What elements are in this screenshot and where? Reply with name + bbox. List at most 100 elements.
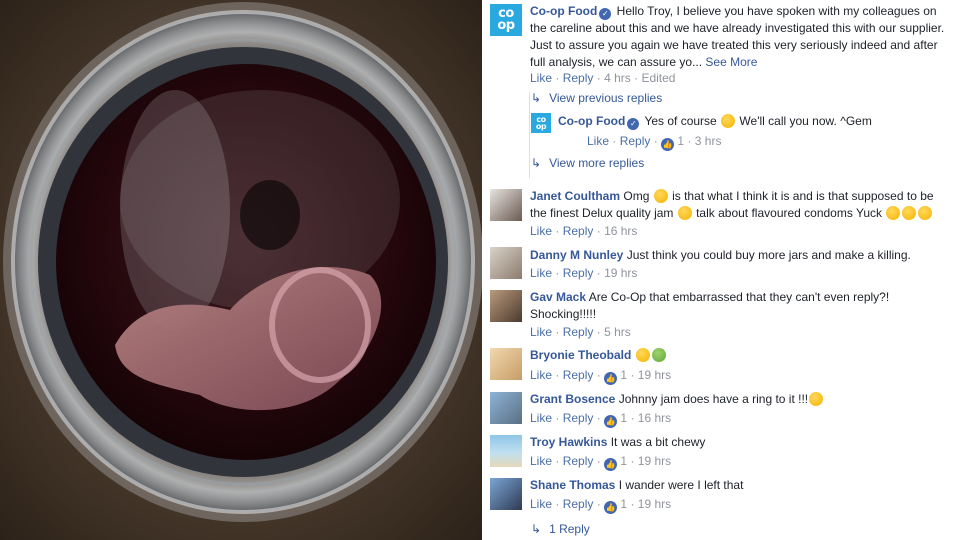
timestamp[interactable]: 19 hrs	[638, 454, 671, 468]
comment-text: Hello Troy, I believe you have spoken wi…	[616, 4, 937, 18]
reply-link[interactable]: Reply	[563, 368, 594, 382]
timestamp[interactable]: 19 hrs	[638, 368, 671, 382]
reply-link[interactable]: Reply	[620, 134, 651, 148]
comment-author[interactable]: Shane Thomas	[530, 478, 615, 492]
like-link[interactable]: Like	[530, 224, 552, 238]
grimace-emoji-icon	[902, 206, 917, 220]
like-count[interactable]: 1	[620, 497, 627, 511]
comment-text: is that what I think it is and is that s…	[672, 189, 934, 203]
edited-label[interactable]: Edited	[641, 71, 675, 85]
thumbs-up-icon[interactable]: 👍	[604, 372, 618, 385]
comment-actions: Like · Reply · 👍 1 · 3 hrs	[587, 134, 722, 151]
coop-reply-comment: Co-op Food ✓ Yes of course We'll call you…	[558, 113, 948, 130]
timestamp[interactable]: 19 hrs	[604, 266, 637, 280]
like-count[interactable]: 1	[620, 368, 627, 382]
janet-avatar[interactable]	[490, 189, 522, 221]
comment-author[interactable]: Co-op Food	[558, 114, 625, 128]
comment-author[interactable]: Gav Mack	[530, 290, 586, 304]
check-badge-icon: ✓	[599, 8, 612, 20]
one-reply-link[interactable]: ↳ 1 Reply	[531, 521, 590, 537]
coop-food-avatar[interactable]: co op	[490, 4, 522, 36]
reply-link[interactable]: Reply	[563, 266, 594, 280]
like-link[interactable]: Like	[530, 368, 552, 382]
comment-text: the finest Delux quality jam	[530, 206, 674, 220]
one-reply-label: 1 Reply	[549, 522, 590, 536]
comment-text: the careline about this and we have alre…	[530, 21, 945, 35]
view-previous-replies[interactable]: ↳ View previous replies	[531, 90, 662, 106]
troy-avatar[interactable]	[490, 435, 522, 467]
grimace-emoji-icon	[918, 206, 933, 220]
like-count[interactable]: 1	[620, 454, 627, 468]
coop-main-comment: Co-op Food ✓ Hello Troy, I believe you ha…	[530, 3, 955, 71]
coop-logo-text: co op	[535, 114, 547, 131]
view-more-replies[interactable]: ↳ View more replies	[531, 155, 644, 171]
comment-actions: Like · Reply · 👍 1 · 19 hrs	[530, 497, 672, 514]
coop-food-avatar-small[interactable]: co op	[531, 113, 551, 133]
gav-comment: Gav Mack Are Co-Op that embarrassed that…	[530, 289, 955, 323]
comment-author[interactable]: Co-op Food	[530, 4, 597, 18]
like-link[interactable]: Like	[530, 71, 552, 85]
reply-link[interactable]: Reply	[563, 325, 594, 339]
reply-arrow-icon: ↳	[531, 91, 542, 105]
comment-text: Johnny jam does have a ring to it !!!	[618, 392, 809, 406]
reply-arrow-icon: ↳	[531, 156, 542, 170]
comment-text: I wander were I left that	[618, 478, 744, 492]
see-more-link[interactable]: See More	[705, 55, 757, 69]
comment-text: full analysis, we can assure yo...	[530, 55, 703, 69]
comment-actions: Like · Reply · 👍 1 · 16 hrs	[530, 411, 672, 428]
thumbs-up-icon[interactable]: 👍	[661, 138, 675, 151]
comment-author[interactable]: Janet Coultham	[530, 189, 620, 203]
comment-text: It was a bit chewy	[610, 435, 706, 449]
shane-avatar[interactable]	[490, 478, 522, 510]
flushed-emoji-icon	[809, 392, 824, 406]
bryonie-avatar[interactable]	[490, 348, 522, 380]
thumbs-up-icon[interactable]: 👍	[604, 501, 618, 514]
comment-text: Yes of course	[644, 114, 717, 128]
comment-author[interactable]: Danny M Nunley	[530, 248, 623, 262]
like-link[interactable]: Like	[530, 497, 552, 511]
comment-actions: Like · Reply · 4 hrs · Edited	[530, 71, 676, 85]
timestamp[interactable]: 4 hrs	[604, 71, 631, 85]
grant-comment: Grant Bosence Johnny jam does have a rin…	[530, 391, 955, 408]
timestamp[interactable]: 19 hrs	[638, 497, 671, 511]
comment-actions: Like · Reply · 16 hrs	[530, 224, 638, 238]
timestamp[interactable]: 3 hrs	[695, 134, 722, 148]
comment-actions: Like · Reply · 👍 1 · 19 hrs	[530, 454, 672, 471]
thumbs-up-icon[interactable]: 👍	[604, 458, 618, 471]
comment-author[interactable]: Grant Bosence	[530, 392, 615, 406]
like-link[interactable]: Like	[530, 454, 552, 468]
like-link[interactable]: Like	[530, 411, 552, 425]
like-count[interactable]: 1	[677, 134, 684, 148]
comment-text: Just think you could buy more jars and m…	[626, 248, 911, 262]
reply-link[interactable]: Reply	[563, 411, 594, 425]
timestamp[interactable]: 5 hrs	[604, 325, 631, 339]
view-more-label: View more replies	[549, 156, 645, 170]
comment-author[interactable]: Troy Hawkins	[530, 435, 607, 449]
crying-emoji-icon	[635, 348, 650, 362]
comment-text: We'll call you now. ^Gem	[739, 114, 872, 128]
thread-line	[529, 92, 530, 178]
reply-arrow-icon: ↳	[531, 522, 542, 536]
danny-comment: Danny M Nunley Just think you could buy …	[530, 247, 955, 264]
reply-link[interactable]: Reply	[563, 224, 594, 238]
troy-comment: Troy Hawkins It was a bit chewy	[530, 434, 955, 451]
reply-link[interactable]: Reply	[563, 497, 594, 511]
like-link[interactable]: Like	[587, 134, 609, 148]
thumbs-up-icon[interactable]: 👍	[604, 415, 618, 428]
grimace-emoji-icon	[677, 206, 692, 220]
reply-link[interactable]: Reply	[563, 454, 594, 468]
timestamp[interactable]: 16 hrs	[604, 224, 637, 238]
like-link[interactable]: Like	[530, 325, 552, 339]
grant-avatar[interactable]	[490, 392, 522, 424]
comment-actions: Like · Reply · 5 hrs	[530, 325, 631, 339]
danny-avatar[interactable]	[490, 247, 522, 279]
reply-link[interactable]: Reply	[563, 71, 594, 85]
timestamp[interactable]: 16 hrs	[638, 411, 671, 425]
check-badge-icon: ✓	[627, 118, 640, 130]
coop-logo-text: co op	[497, 6, 515, 33]
comment-author[interactable]: Bryonie Theobald	[530, 348, 631, 362]
like-count[interactable]: 1	[620, 411, 627, 425]
bryonie-comment: Bryonie Theobald	[530, 347, 955, 364]
like-link[interactable]: Like	[530, 266, 552, 280]
gav-avatar[interactable]	[490, 290, 522, 322]
